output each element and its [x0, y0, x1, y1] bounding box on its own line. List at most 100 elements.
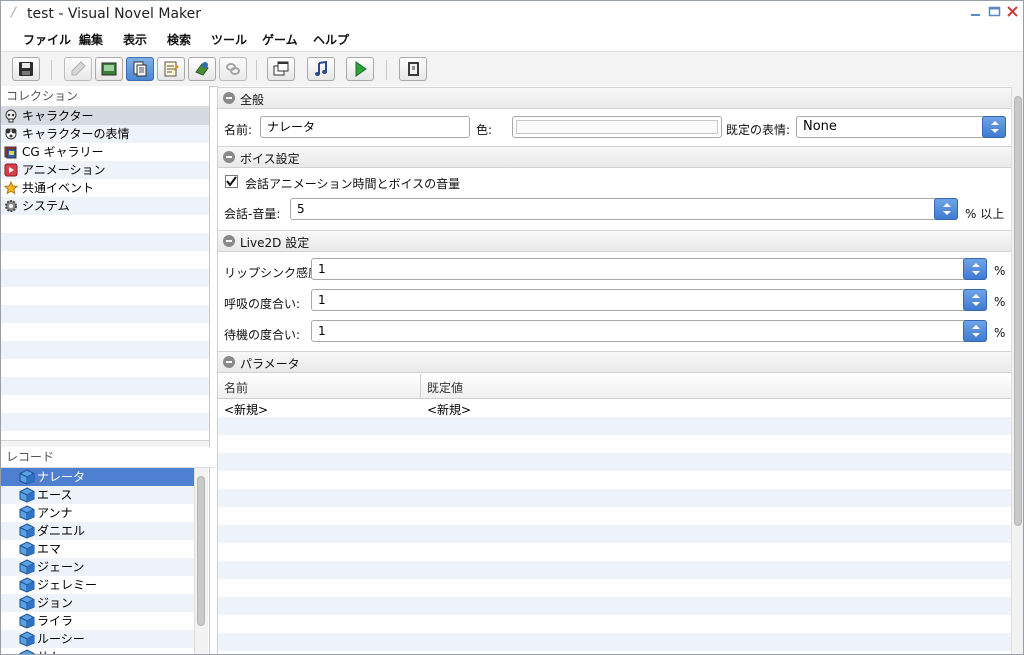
chain-button[interactable]	[219, 57, 247, 81]
save-button[interactable]	[12, 57, 40, 81]
section-title: Live2D 設定	[240, 236, 310, 250]
voice-checkbox-label: 会話アニメーション時間とボイスの音量	[245, 177, 461, 191]
section-parameters[interactable]: パラメータ	[218, 351, 1012, 373]
column-header-default[interactable]: 既定値	[427, 379, 463, 396]
record-item[interactable]: ダニエル	[1, 522, 194, 540]
name-input[interactable]: ナレータ	[260, 116, 470, 138]
lipsync-spinner[interactable]	[963, 258, 987, 280]
lipsync-suffix: %	[994, 264, 1006, 278]
default-expression-label: 既定の表情:	[726, 123, 791, 137]
collection-item-common-events[interactable]: 共通イベント	[1, 179, 209, 197]
collapse-icon[interactable]	[223, 356, 235, 368]
record-item[interactable]: エマ	[1, 540, 194, 558]
left-panel: コレクション キャラクター キャラクターの表情 CG ギャラリー アニメーション…	[1, 86, 214, 654]
record-item[interactable]: ルーシー	[1, 630, 194, 648]
book-button[interactable]	[399, 57, 427, 81]
cube-icon	[19, 577, 35, 593]
section-live2d[interactable]: Live2D 設定	[218, 230, 1012, 252]
menu-file[interactable]: ファイル	[23, 31, 71, 48]
select-arrows-icon[interactable]	[982, 116, 1006, 138]
image-button[interactable]	[95, 57, 123, 81]
lipsync-value: 1	[318, 262, 326, 276]
plugin-button[interactable]	[188, 57, 216, 81]
breath-suffix: %	[994, 295, 1006, 309]
records-scrollbar[interactable]	[194, 468, 208, 654]
menu-tools[interactable]: ツール	[211, 31, 247, 48]
default-expression-select[interactable]: None	[796, 116, 1006, 138]
property-panel: 全般 名前: ナレータ 色: 既定の表情: None ボイス設定 会話アニメーシ…	[217, 86, 1012, 654]
maximize-icon[interactable]	[988, 5, 1001, 18]
record-item[interactable]: エース	[1, 486, 194, 504]
book-icon	[408, 62, 419, 76]
section-general[interactable]: 全般	[218, 87, 1012, 109]
menu-view[interactable]: 表示	[123, 31, 147, 48]
menu-search[interactable]: 検索	[167, 31, 191, 48]
idle-spinner[interactable]	[963, 320, 987, 342]
collection-item-animation[interactable]: アニメーション	[1, 161, 209, 179]
records-list[interactable]: ナレータ エース アンナ ダニエル エマ ジェーン ジェレミー ジョン ライラ …	[1, 468, 194, 654]
idle-label: 待機の度合い:	[224, 328, 301, 342]
record-item[interactable]: ジョン	[1, 594, 194, 612]
record-item-label: エース	[37, 488, 73, 502]
pen-button[interactable]	[64, 57, 92, 81]
menu-edit[interactable]: 編集	[79, 31, 103, 48]
collection-item-expressions[interactable]: キャラクターの表情	[1, 125, 209, 143]
table-body: <新規> <新規>	[218, 399, 1012, 654]
record-item[interactable]: サム	[1, 648, 194, 654]
collection-item-label: CG ギャラリー	[22, 145, 104, 159]
collection-item-cg-gallery[interactable]: CG ギャラリー	[1, 143, 209, 161]
record-item[interactable]: ライラ	[1, 612, 194, 630]
minimize-icon[interactable]	[969, 5, 982, 18]
cube-icon	[19, 469, 35, 485]
record-item[interactable]: ジェレミー	[1, 576, 194, 594]
collection-item-characters[interactable]: キャラクター	[1, 107, 209, 125]
volume-spinner[interactable]	[934, 198, 958, 220]
collection-item-system[interactable]: システム	[1, 197, 209, 215]
column-header-name[interactable]: 名前	[224, 379, 248, 396]
chain-icon	[226, 63, 240, 75]
menu-bar: ファイル 編集 表示 検索 ツール ゲーム ヘルプ	[1, 27, 1023, 51]
breath-spinner[interactable]	[963, 289, 987, 311]
script-button[interactable]	[157, 57, 185, 81]
breath-label: 呼吸の度合い:	[224, 297, 301, 311]
breath-value: 1	[318, 293, 326, 307]
property-scrollbar[interactable]	[1011, 86, 1023, 654]
windows-button[interactable]	[267, 57, 295, 81]
feather-icon	[10, 6, 17, 18]
lipsync-label: リップシンク感度:	[224, 266, 325, 280]
cube-icon	[19, 595, 35, 611]
menu-help[interactable]: ヘルプ	[313, 31, 349, 48]
cube-icon	[19, 613, 35, 629]
database-button[interactable]	[126, 57, 154, 81]
window-title: test - Visual Novel Maker	[27, 6, 201, 22]
records-header: レコード	[1, 447, 214, 468]
record-item[interactable]: ナレータ	[1, 468, 194, 486]
records-scroll-thumb[interactable]	[197, 476, 205, 626]
music-button[interactable]	[307, 57, 335, 81]
app-window: test - Visual Novel Maker ファイル 編集 表示 検索 …	[0, 0, 1024, 655]
collapse-icon[interactable]	[223, 235, 235, 247]
collapse-icon[interactable]	[223, 151, 235, 163]
collection-header: コレクション	[1, 86, 209, 107]
table-row[interactable]: <新規> <新規>	[218, 399, 1012, 417]
close-icon[interactable]	[1006, 5, 1019, 18]
record-item[interactable]: ジェーン	[1, 558, 194, 576]
color-field[interactable]	[512, 116, 722, 138]
face-icon	[5, 128, 17, 140]
idle-value: 1	[318, 324, 326, 338]
breath-input[interactable]: 1	[311, 289, 987, 311]
menu-game[interactable]: ゲーム	[262, 31, 298, 48]
voice-checkbox[interactable]	[225, 175, 238, 188]
property-scroll-thumb[interactable]	[1014, 96, 1022, 526]
play-button[interactable]	[346, 57, 374, 81]
section-voice[interactable]: ボイス設定	[218, 146, 1012, 168]
cube-icon	[19, 523, 35, 539]
collection-list[interactable]: キャラクター キャラクターの表情 CG ギャラリー アニメーション 共通イベント…	[1, 107, 209, 440]
play-icon	[355, 61, 367, 77]
idle-input[interactable]: 1	[311, 320, 987, 342]
record-item[interactable]: アンナ	[1, 504, 194, 522]
volume-input[interactable]: 5	[290, 198, 958, 220]
gear-icon	[5, 200, 17, 212]
collapse-icon[interactable]	[223, 92, 235, 104]
lipsync-input[interactable]: 1	[311, 258, 987, 280]
